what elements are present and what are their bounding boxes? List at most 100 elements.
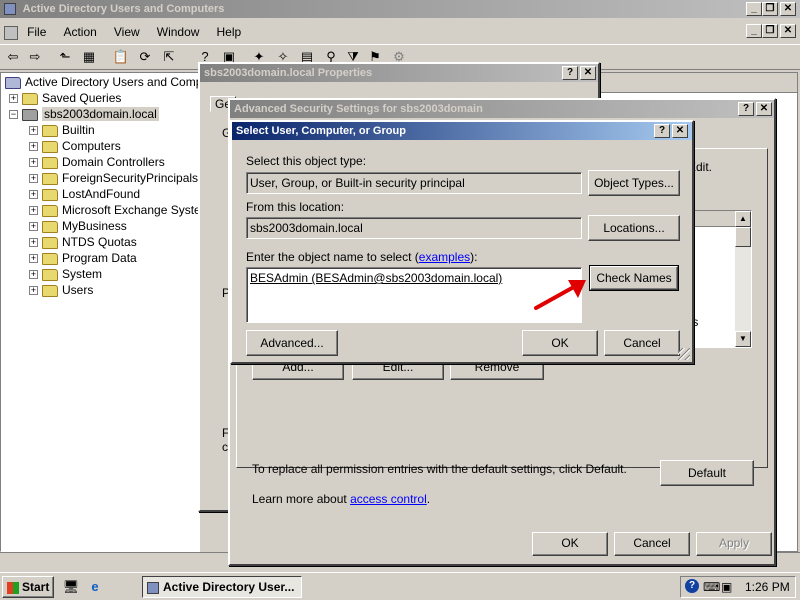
clock: 1:26 PM — [745, 580, 790, 594]
enter-object-label: Enter the object name to select (example… — [246, 250, 478, 264]
tree-item-mybusiness[interactable]: + MyBusiness — [29, 218, 127, 234]
tree-item-builtin[interactable]: + Builtin — [29, 122, 95, 138]
properties-help-button[interactable]: ? — [562, 66, 578, 80]
expand-icon[interactable]: + — [29, 270, 38, 280]
quicklaunch-desktop-icon[interactable]: 🖥 — [62, 578, 80, 596]
start-button[interactable]: Start — [2, 576, 54, 598]
permission-list-scrollbar[interactable]: ▲ ▼ — [735, 211, 751, 347]
expand-icon[interactable]: + — [29, 126, 38, 136]
export-icon[interactable]: ⇱ — [160, 48, 178, 66]
minimize-button[interactable]: _ — [746, 2, 762, 16]
taskbar: Start 🖥 e Active Directory User... ? ⌨ ▣… — [0, 572, 800, 600]
expand-icon[interactable]: + — [29, 158, 38, 168]
folder-icon — [42, 204, 58, 217]
app-icon — [4, 3, 16, 16]
default-button[interactable]: Default — [660, 460, 754, 486]
mmc-icon — [4, 26, 18, 41]
task-icon — [147, 581, 159, 594]
up-folder-icon[interactable]: ⬑ — [56, 48, 74, 66]
close-button[interactable]: ✕ — [780, 2, 796, 16]
select-title: Select User, Computer, or Group — [236, 125, 406, 137]
check-names-button[interactable]: Check Names — [589, 265, 679, 291]
aduc-icon — [5, 76, 21, 89]
back-icon[interactable]: ⇦ — [4, 48, 22, 66]
tree-item-domain-controllers[interactable]: + Domain Controllers — [29, 154, 165, 170]
collapse-icon[interactable]: − — [9, 110, 18, 120]
monitor-tray-icon[interactable]: ▣ — [721, 580, 732, 594]
tree-root[interactable]: Active Directory Users and Computers — [5, 74, 229, 90]
tree-item-domain[interactable]: − sbs2003domain.local — [9, 106, 159, 122]
advanced-help-button[interactable]: ? — [738, 102, 754, 116]
help-tray-icon[interactable]: ? — [685, 579, 699, 593]
menu-file[interactable]: File — [27, 25, 46, 39]
expand-icon[interactable]: + — [29, 142, 38, 152]
scroll-down-arrow[interactable]: ▼ — [735, 331, 751, 347]
tree-item-saved-queries[interactable]: + Saved Queries — [9, 90, 121, 106]
expand-icon[interactable]: + — [29, 206, 38, 216]
scroll-up-arrow[interactable]: ▲ — [735, 211, 751, 227]
menu-window[interactable]: Window — [157, 25, 200, 39]
access-control-link[interactable]: access control — [350, 492, 427, 506]
select-cancel-button[interactable]: Cancel — [604, 330, 680, 356]
expand-icon[interactable]: + — [29, 254, 38, 264]
child-close-button[interactable]: ✕ — [780, 24, 796, 38]
folder-icon — [42, 284, 58, 297]
advanced-title-bar: Advanced Security Settings for sbs2003do… — [230, 100, 774, 118]
folder-icon — [22, 92, 38, 105]
menu-help[interactable]: Help — [217, 25, 242, 39]
select-help-button[interactable]: ? — [654, 124, 670, 138]
tree-item-ntds-quotas[interactable]: + NTDS Quotas — [29, 234, 137, 250]
forward-icon[interactable]: ⇨ — [26, 48, 44, 66]
system-tray: ? ⌨ ▣ 1:26 PM — [680, 576, 796, 598]
menu-bar: File Action View Window Help — [0, 22, 800, 42]
properties-close-button[interactable]: ✕ — [580, 66, 596, 80]
tree-item-users[interactable]: + Users — [29, 282, 93, 298]
advanced-search-button[interactable]: Advanced... — [246, 330, 338, 356]
expand-icon[interactable]: + — [29, 238, 38, 248]
tree-item-computers[interactable]: + Computers — [29, 138, 121, 154]
tree-item-lostandfound[interactable]: + LostAndFound — [29, 186, 140, 202]
object-name-value: BESAdmin (BESAdmin@sbs2003domain.local) — [250, 271, 503, 285]
expand-icon[interactable]: + — [29, 190, 38, 200]
folder-icon — [42, 252, 58, 265]
clipboard-icon[interactable]: 📋 — [112, 48, 130, 66]
resize-grip-icon[interactable] — [678, 348, 690, 360]
object-type-label: Select this object type: — [246, 154, 367, 168]
child-minimize-button[interactable]: _ — [746, 24, 762, 38]
taskbar-task-aduc[interactable]: Active Directory User... — [142, 576, 302, 598]
restore-button[interactable]: ❐ — [762, 2, 778, 16]
folder-icon — [42, 188, 58, 201]
advanced-ok-button[interactable]: OK — [532, 532, 608, 556]
ou-folder-icon — [42, 220, 58, 233]
advanced-cancel-button[interactable]: Cancel — [614, 532, 690, 556]
child-restore-button[interactable]: ❐ — [762, 24, 778, 38]
folder-icon — [42, 140, 58, 153]
quicklaunch-ie-icon[interactable]: e — [86, 578, 104, 596]
tree-item-program-data[interactable]: + Program Data — [29, 250, 137, 266]
tree-item-system[interactable]: + System — [29, 266, 102, 282]
network-tray-icon[interactable]: ⌨ — [703, 580, 720, 594]
windows-logo-icon — [7, 581, 19, 594]
scroll-thumb[interactable] — [735, 227, 751, 247]
menu-view[interactable]: View — [114, 25, 140, 39]
advanced-apply-button[interactable]: Apply — [696, 532, 772, 556]
locations-button[interactable]: Locations... — [588, 215, 680, 241]
show-tree-icon[interactable]: ▦ — [80, 48, 98, 66]
examples-link[interactable]: examples — [419, 250, 470, 264]
expand-icon[interactable]: + — [9, 94, 18, 104]
select-user-dialog: Select User, Computer, or Group ? ✕ Sele… — [230, 120, 694, 364]
ou-folder-icon — [42, 156, 58, 169]
advanced-close-button[interactable]: ✕ — [756, 102, 772, 116]
tree-item-foreign[interactable]: + ForeignSecurityPrincipals — [29, 170, 198, 186]
expand-icon[interactable]: + — [29, 222, 38, 232]
expand-icon[interactable]: + — [29, 286, 38, 296]
refresh-icon[interactable]: ⟳ — [136, 48, 154, 66]
tree-pane: Active Directory Users and Computers + Sa… — [0, 72, 229, 552]
object-types-button[interactable]: Object Types... — [588, 170, 680, 196]
tree-item-exchange[interactable]: + Microsoft Exchange System — [29, 202, 211, 218]
expand-icon[interactable]: + — [29, 174, 38, 184]
select-close-button[interactable]: ✕ — [672, 124, 688, 138]
select-ok-button[interactable]: OK — [522, 330, 598, 356]
main-window-title: Active Directory Users and Computers — [22, 3, 225, 15]
menu-action[interactable]: Action — [63, 25, 96, 39]
